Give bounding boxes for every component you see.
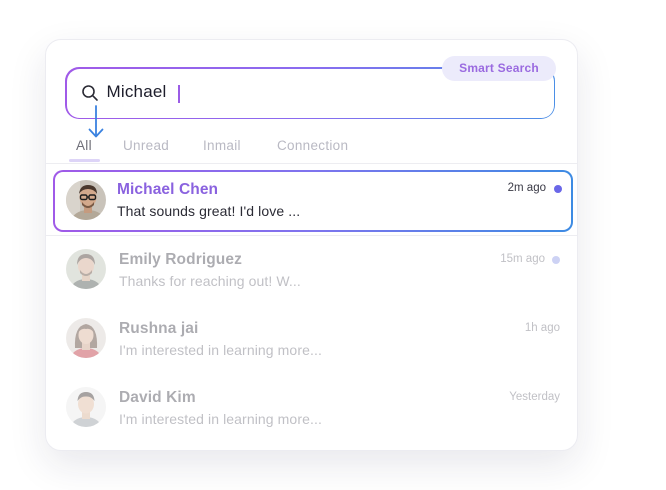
row-divider (46, 235, 577, 236)
avatar (66, 249, 106, 289)
conversation-item[interactable]: David Kim I'm interested in learning mor… (46, 375, 577, 441)
avatar (66, 387, 106, 427)
message-time: 1h ago (524, 322, 560, 334)
contact-name: David Kim (119, 389, 196, 406)
tab-unread[interactable]: Unread (123, 138, 169, 153)
message-time: 15m ago (500, 253, 545, 265)
message-preview: I'm interested in learning more... (119, 411, 322, 427)
message-preview: I'm interested in learning more... (119, 342, 322, 358)
tab-connection[interactable]: Connection (277, 138, 348, 153)
search-input[interactable]: Michael (107, 82, 167, 102)
contact-name: Michael Chen (117, 181, 219, 198)
message-preview: That sounds great! I'd love ... (117, 203, 301, 219)
unread-dot (552, 256, 560, 264)
avatar (66, 180, 106, 220)
active-tab-indicator (69, 159, 100, 162)
tab-inmail[interactable]: Inmail (203, 138, 241, 153)
arrow-down-icon (88, 105, 104, 138)
tab-all[interactable]: All (76, 138, 92, 153)
message-time: Yesterday (509, 391, 560, 403)
conversation-item[interactable]: Emily Rodriguez Thanks for reaching out!… (46, 237, 577, 303)
unread-dot (554, 185, 562, 193)
avatar (66, 318, 106, 358)
text-cursor (177, 84, 180, 103)
messages-panel: Michael Smart Search All Unread Inmail C… (45, 39, 578, 451)
message-preview: Thanks for reaching out! W... (119, 273, 301, 289)
conversation-item-selected[interactable]: Michael Chen That sounds great! I'd love… (53, 170, 573, 232)
message-time: 2m ago (507, 182, 546, 194)
conversation-item[interactable]: Rushna jai I'm interested in learning mo… (46, 306, 577, 372)
contact-name: Rushna jai (119, 320, 199, 337)
tabs-divider (46, 163, 577, 164)
contact-name: Emily Rodriguez (119, 251, 242, 268)
smart-search-button[interactable]: Smart Search (442, 56, 556, 81)
search-icon (81, 84, 98, 101)
